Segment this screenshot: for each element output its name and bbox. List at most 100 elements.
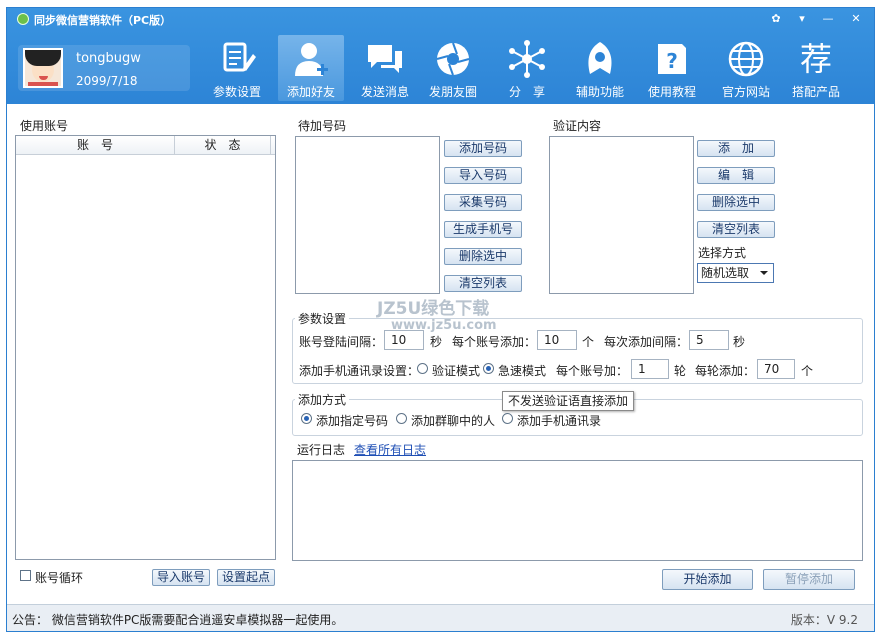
rounds-unit: 轮 — [674, 364, 687, 378]
col-status[interactable]: 状 态 — [175, 136, 271, 154]
help-book-icon: ? — [658, 44, 686, 74]
log-title: 运行日志 — [297, 443, 346, 457]
per-account-input[interactable]: 10 — [537, 330, 577, 350]
delete-selected-number-button[interactable]: 删除选中 — [444, 248, 522, 265]
pending-list[interactable] — [295, 136, 440, 294]
chevron-down-icon — [760, 271, 768, 275]
nav-share[interactable]: 分 享 — [494, 35, 560, 101]
add-group-members-radio[interactable] — [396, 413, 407, 424]
accounts-title: 使用账号 — [20, 119, 69, 133]
rounds-input[interactable]: 1 — [631, 359, 669, 379]
version-text: 版本：V 9.2 — [790, 613, 858, 627]
nav-website-label: 官方网站 — [721, 85, 770, 99]
per-round-unit: 个 — [801, 364, 814, 378]
user-card: tongbugw 2099/7/18 — [18, 45, 190, 91]
log-area[interactable] — [292, 460, 863, 561]
per-account-label: 每个账号添加： — [452, 335, 537, 349]
nav-params-label: 参数设置 — [212, 85, 261, 99]
collect-number-button[interactable]: 采集号码 — [444, 194, 522, 211]
add-method-legend: 添加方式 — [295, 391, 350, 408]
login-interval-label: 账号登陆间隔： — [299, 335, 384, 349]
username: tongbugw — [76, 51, 141, 66]
nav-helper-label: 辅助功能 — [575, 85, 624, 99]
select-mode-value: 随机选取 — [701, 266, 750, 280]
nav-products[interactable]: 荐 搭配产品 — [783, 35, 849, 101]
per-round-label: 每轮添加： — [695, 364, 756, 378]
add-verify-button[interactable]: 添 加 — [697, 140, 775, 157]
nav-params[interactable]: 参数设置 — [204, 35, 270, 101]
app-window: 同步微信营销软件（PC版） ✿ ▾ — ✕ tongbugw 2099/7/18… — [6, 7, 875, 632]
generate-phone-button[interactable]: 生成手机号 — [444, 221, 522, 238]
delete-selected-verify-button[interactable]: 删除选中 — [697, 194, 775, 211]
camera-aperture-icon — [436, 42, 470, 76]
svg-text:?: ? — [666, 49, 678, 73]
avatar[interactable] — [23, 48, 63, 88]
per-account-unit: 个 — [582, 335, 595, 349]
recommend-icon: 荐 — [799, 40, 832, 78]
watermark-line1: JZ5U绿色下载 — [377, 299, 490, 319]
clear-number-list-button[interactable]: 清空列表 — [444, 275, 522, 292]
nav-tutorial[interactable]: ? 使用教程 — [639, 35, 705, 101]
verify-list[interactable] — [549, 136, 694, 294]
nav-tutorial-label: 使用教程 — [647, 85, 696, 99]
params-legend: 参数设置 — [295, 310, 350, 327]
wechat-logo-icon — [17, 13, 29, 25]
add-interval-unit: 秒 — [733, 335, 746, 349]
settings-doc-icon — [223, 42, 256, 72]
mode-fast-label: 急速模式 — [498, 364, 547, 378]
nav-send-message[interactable]: 发送消息 — [352, 35, 418, 101]
rounds-label: 每个账号加： — [556, 364, 629, 378]
nav-moments[interactable]: 发朋友圈 — [420, 35, 486, 101]
nav-share-label: 分 享 — [508, 85, 545, 99]
user-expire-date: 2099/7/18 — [76, 74, 138, 88]
helper-icon — [588, 42, 612, 74]
add-interval-input[interactable]: 5 — [689, 330, 729, 350]
add-specified-label: 添加指定号码 — [316, 414, 389, 428]
nav-send-message-label: 发送消息 — [360, 85, 409, 99]
accounts-table[interactable]: 账 号 状 态 — [15, 135, 276, 560]
globe-icon — [728, 41, 764, 77]
add-friend-icon — [295, 43, 328, 76]
chat-bubbles-icon — [368, 45, 402, 73]
select-mode-label: 选择方式 — [698, 246, 747, 260]
import-accounts-button[interactable]: 导入账号 — [152, 569, 210, 586]
login-interval-input[interactable]: 10 — [384, 330, 424, 350]
share-network-icon — [509, 40, 545, 78]
view-all-logs-link[interactable]: 查看所有日志 — [354, 441, 426, 458]
add-number-button[interactable]: 添加号码 — [444, 140, 522, 157]
mode-fast-radio[interactable] — [483, 363, 494, 374]
mode-verify-label: 验证模式 — [432, 364, 481, 378]
start-add-button[interactable]: 开始添加 — [662, 569, 753, 590]
nav-add-friend-label: 添加好友 — [286, 85, 335, 99]
clear-verify-list-button[interactable]: 清空列表 — [697, 221, 775, 238]
header: 同步微信营销软件（PC版） ✿ ▾ — ✕ tongbugw 2099/7/18… — [7, 8, 874, 104]
login-interval-unit: 秒 — [430, 335, 443, 349]
add-phone-contacts-radio[interactable] — [502, 413, 513, 424]
nav-add-friend[interactable]: 添加好友 — [278, 35, 344, 101]
close-icon[interactable]: ✕ — [845, 11, 867, 27]
nav-helper[interactable]: 辅助功能 — [567, 35, 633, 101]
title-bar: 同步微信营销软件（PC版） ✿ ▾ — ✕ — [7, 8, 874, 30]
window-title: 同步微信营销软件（PC版） — [34, 14, 172, 27]
account-loop-checkbox[interactable] — [20, 570, 31, 581]
accounts-table-header: 账 号 状 态 — [16, 136, 275, 155]
pending-title: 待加号码 — [298, 119, 347, 133]
mode-verify-radio[interactable] — [417, 363, 428, 374]
pause-add-button[interactable]: 暂停添加 — [763, 569, 855, 590]
skin-icon[interactable]: ✿ — [765, 11, 787, 27]
edit-verify-button[interactable]: 编 辑 — [697, 167, 775, 184]
account-loop-label: 账号循环 — [35, 571, 84, 585]
set-start-button[interactable]: 设置起点 — [217, 569, 275, 586]
add-specified-radio[interactable] — [301, 413, 312, 424]
nav-website[interactable]: 官方网站 — [713, 35, 779, 101]
menu-icon[interactable]: ▾ — [791, 11, 813, 27]
select-mode-dropdown[interactable]: 随机选取 — [697, 263, 774, 283]
tooltip: 不发送验证语直接添加 — [502, 391, 635, 411]
add-group-members-label: 添加群聊中的人 — [411, 414, 496, 428]
import-number-button[interactable]: 导入号码 — [444, 167, 522, 184]
per-round-input[interactable]: 70 — [757, 359, 795, 379]
minimize-icon[interactable]: — — [817, 11, 839, 27]
col-account[interactable]: 账 号 — [16, 136, 175, 154]
status-bar: 公告： 微信营销软件PC版需要配合逍遥安卓模拟器一起使用。 版本：V 9.2 — [7, 604, 874, 631]
verify-title: 验证内容 — [553, 119, 602, 133]
